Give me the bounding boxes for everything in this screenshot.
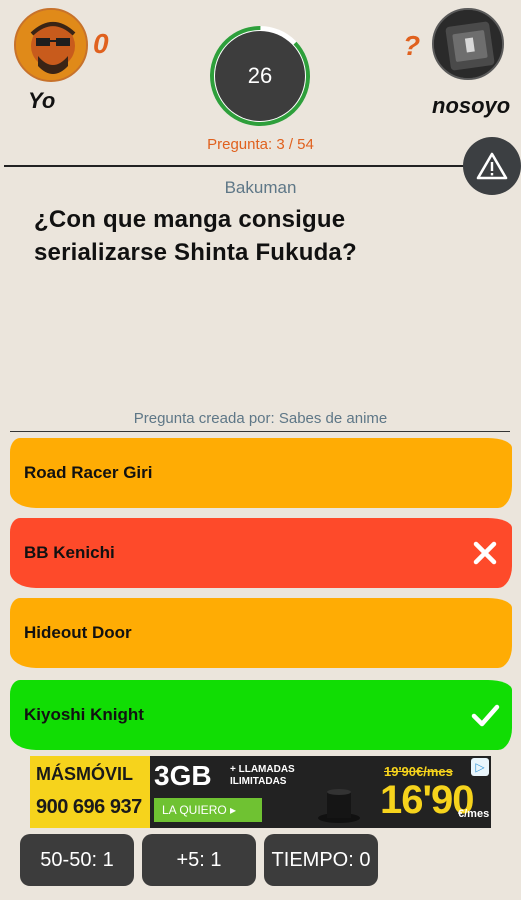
answer-option-4[interactable]: Kiyoshi Knight: [10, 680, 512, 750]
answers-divider: [10, 431, 510, 432]
magic-hat-icon: [318, 789, 360, 823]
player-right-name: nosoyo: [432, 93, 511, 118]
answer-label: Road Racer Giri: [24, 463, 153, 482]
answer-option-1[interactable]: Road Racer Giri: [10, 438, 512, 508]
answer-label: Kiyoshi Knight: [24, 705, 144, 724]
lifeline-fifty-fifty-button[interactable]: 50-50: 1: [20, 834, 134, 886]
question-author: Pregunta creada por: Sabes de anime: [133, 410, 388, 427]
answer-label: BB Kenichi: [24, 543, 115, 562]
lifeline-plus-five-button[interactable]: +5: 1: [142, 834, 256, 886]
ad-banner[interactable]: MÁSMÓVIL 900 696 937 3GB + LLAMADAS ILIM…: [30, 756, 491, 828]
avatar-face-illustration: [16, 10, 86, 80]
question-counter: Pregunta: 3 / 54: [207, 136, 314, 153]
close-icon: [473, 541, 497, 565]
player-avatar-right: [432, 8, 504, 80]
player-left-name: Yo: [28, 88, 56, 113]
ad-old-price: 19'90€/mes: [384, 764, 453, 779]
player-avatar-left: [14, 8, 88, 82]
header-divider: [4, 165, 474, 167]
ad-calls-text: + LLAMADAS ILIMITADAS: [230, 764, 295, 787]
timer-value: 26: [247, 63, 273, 88]
ad-brand-name: MÁSMÓVIL: [36, 764, 133, 784]
lifeline-time-button[interactable]: TIEMPO: 0: [264, 834, 378, 886]
avatar-device-image: [434, 10, 502, 78]
question-category: Bakuman: [224, 178, 297, 197]
answer-label: Hideout Door: [24, 623, 132, 642]
ad-data-amount: 3GB: [154, 760, 212, 791]
player-right-score: ?: [403, 30, 421, 61]
question-text: ¿Con que manga consigue serializarse Shi…: [34, 206, 357, 266]
ad-choices-icon[interactable]: ▷: [471, 758, 489, 776]
ad-cta-button[interactable]: LA QUIERO ▸: [154, 798, 262, 822]
answer-option-3[interactable]: Hideout Door: [10, 598, 512, 668]
answer-option-2[interactable]: BB Kenichi: [10, 518, 512, 588]
warning-triangle-icon: [476, 152, 508, 180]
player-left-score: 0: [93, 28, 109, 59]
checkmark-icon: [471, 704, 500, 727]
ad-price-unit: €/mes: [458, 808, 490, 820]
ad-phone-number: 900 696 937: [36, 796, 142, 818]
